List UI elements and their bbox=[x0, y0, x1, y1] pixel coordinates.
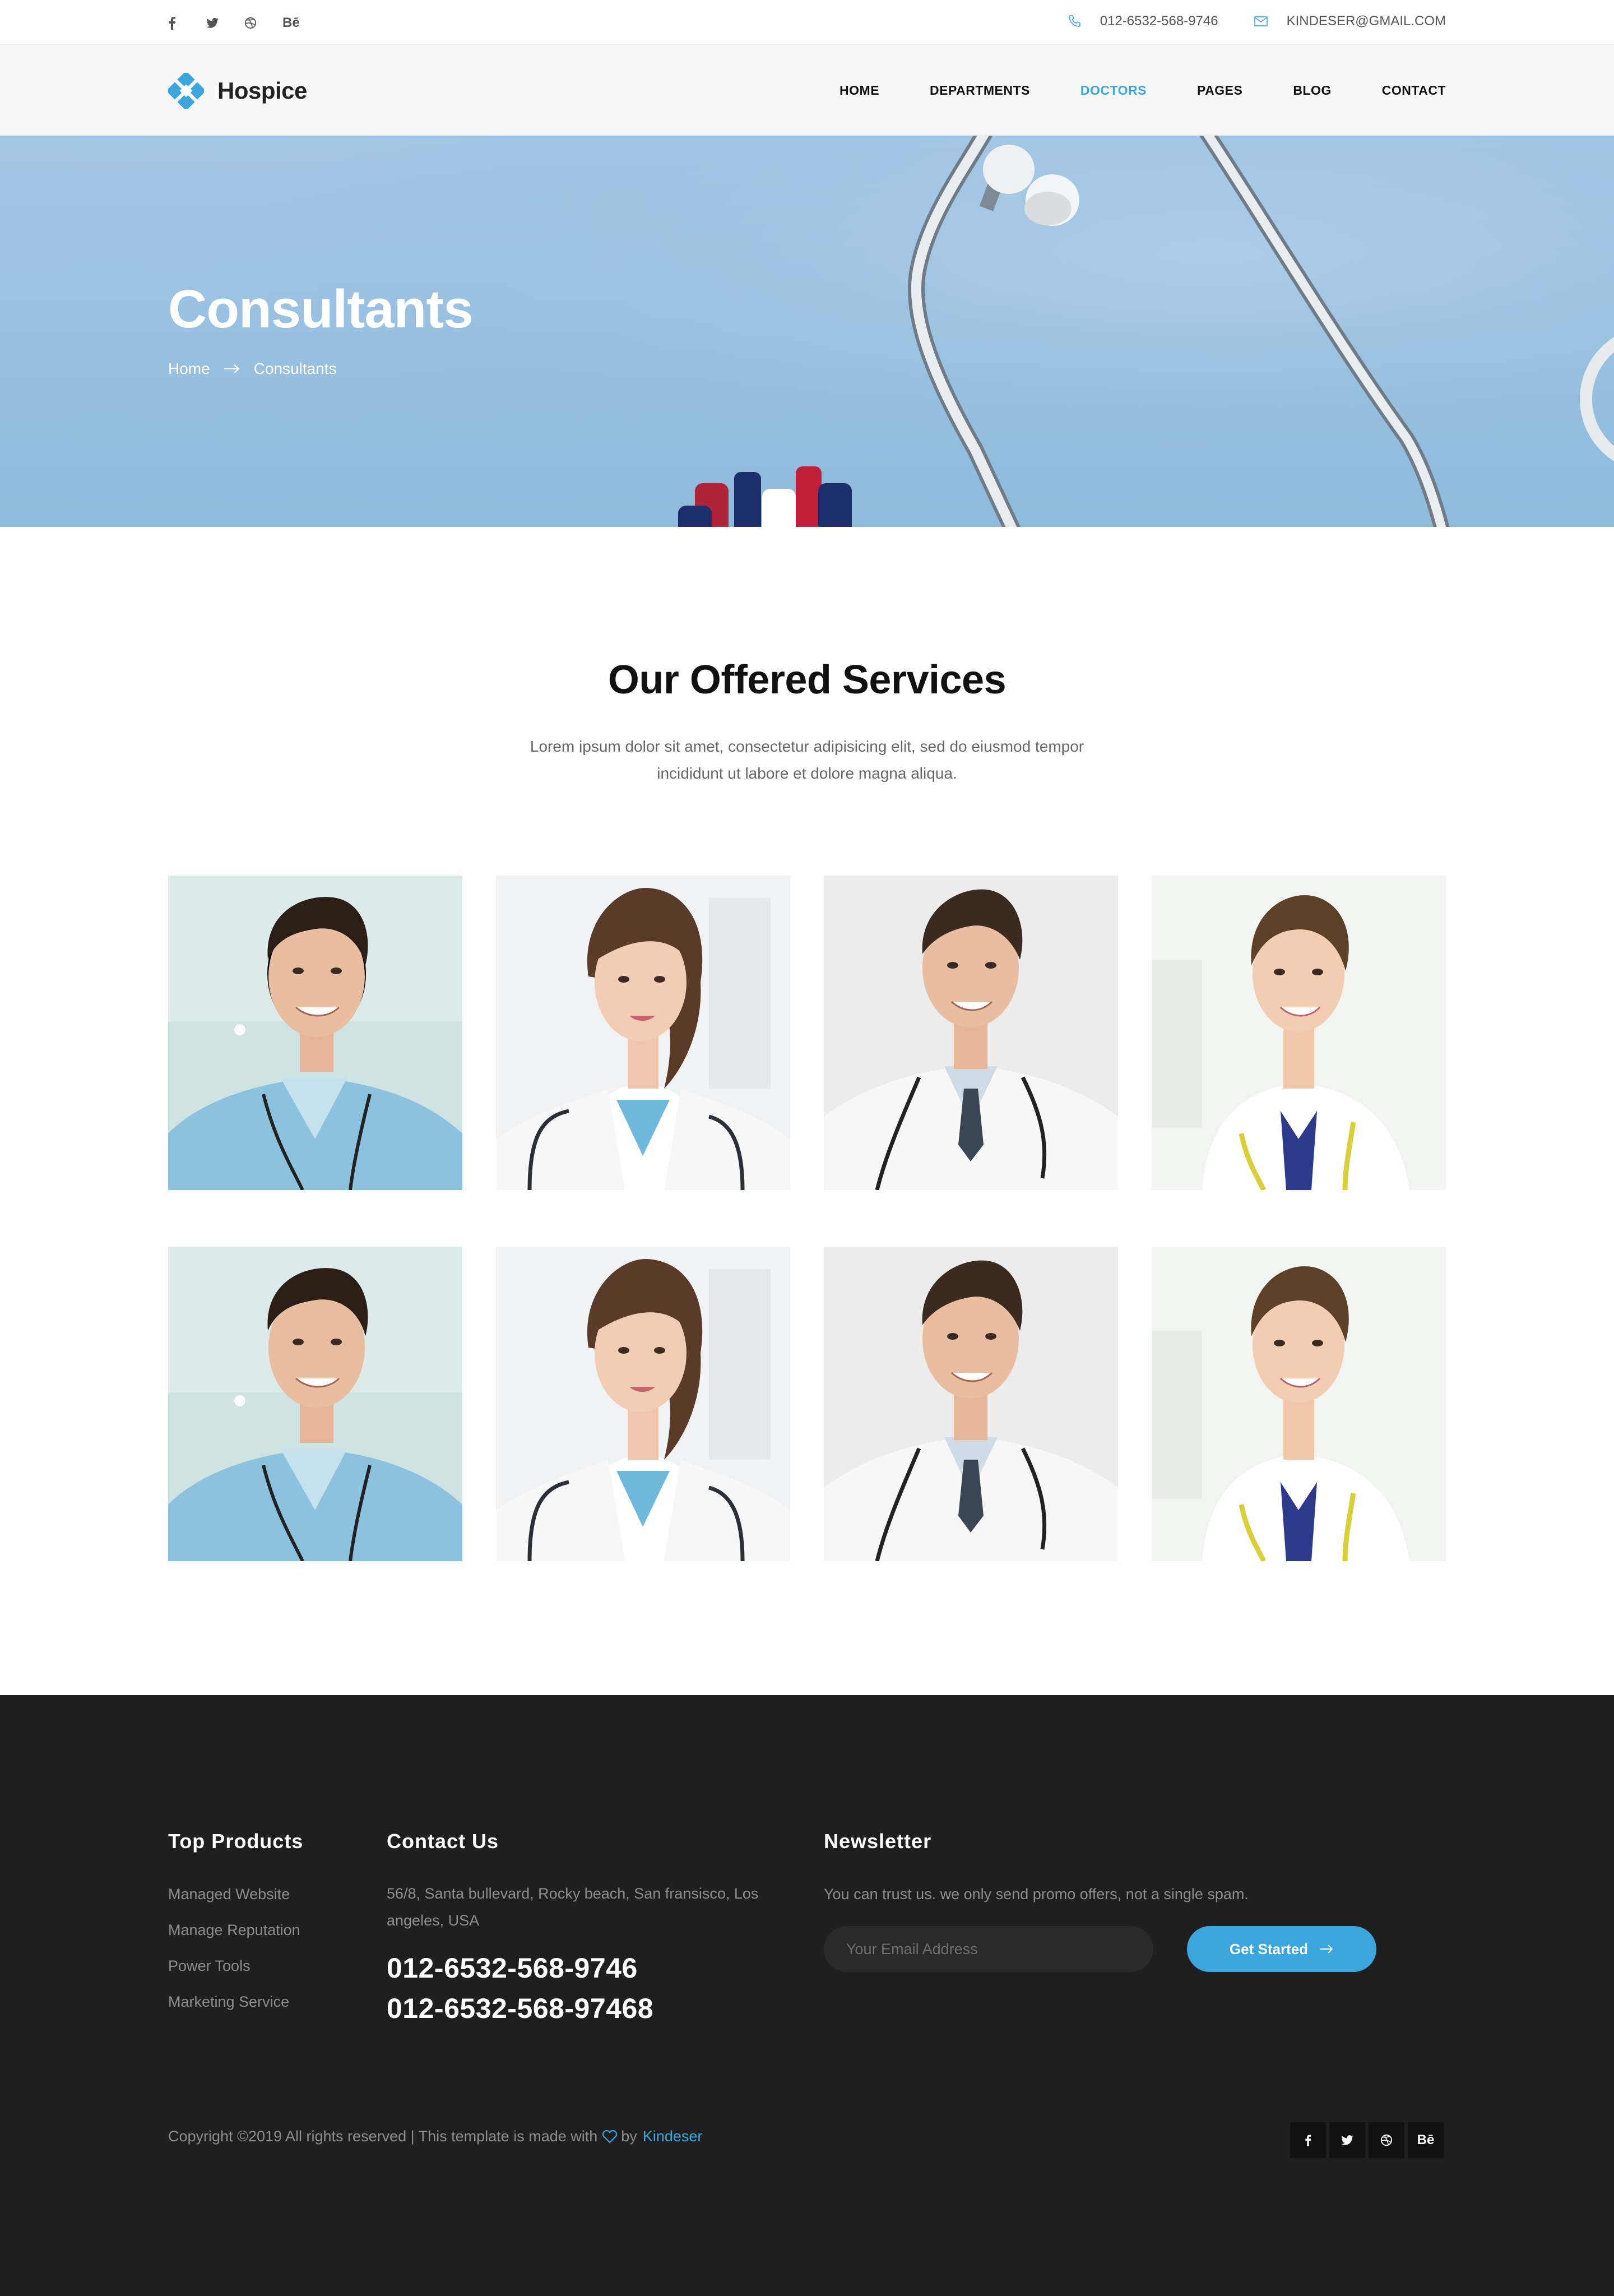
services-title: Our Offered Services bbox=[607, 658, 1007, 702]
consultant-photo bbox=[168, 1247, 462, 1561]
footer-link-power-tools[interactable]: Power Tools bbox=[168, 1957, 251, 1975]
nav-contact[interactable]: CONTACT bbox=[1382, 83, 1446, 98]
footer-link-manage-reputation[interactable]: Manage Reputation bbox=[168, 1922, 300, 1939]
nav-departments[interactable]: DEPARTMENTS bbox=[930, 83, 1030, 98]
top-contact-info: 012-6532-568-9746 KINDESER@GMAIL.COM bbox=[1068, 13, 1446, 29]
consultant-card[interactable] bbox=[168, 1247, 462, 1561]
top-bar: Bē 012-6532-568-9746 KINDESER@GMAIL.COM bbox=[0, 0, 1614, 45]
newsletter-text: You can trust us. we only send promo off… bbox=[824, 1886, 1249, 1902]
consultant-card[interactable] bbox=[496, 1247, 790, 1561]
copyright-by: by bbox=[621, 2128, 637, 2145]
consultant-card[interactable] bbox=[1152, 1247, 1446, 1561]
footer-link-managed-website[interactable]: Managed Website bbox=[168, 1886, 290, 1903]
breadcrumb-current: Consultants bbox=[253, 360, 337, 377]
behance-icon[interactable]: Bē bbox=[1408, 2122, 1444, 2158]
logo-text: Hospice bbox=[217, 77, 307, 104]
phone-icon bbox=[1068, 15, 1080, 27]
top-email-text: KINDESER@GMAIL.COM bbox=[1286, 13, 1446, 29]
consultant-photo bbox=[496, 876, 790, 1190]
arrow-right-icon bbox=[1320, 1945, 1333, 1954]
footer-contact-title: Contact Us bbox=[387, 1830, 499, 1853]
footer: Top Products Managed Website Manage Repu… bbox=[0, 1695, 1614, 2296]
author-link[interactable]: Kindeser bbox=[643, 2128, 703, 2145]
get-started-button[interactable]: Get Started bbox=[1187, 1926, 1376, 1972]
main-header: Hospice HOME DEPARTMENTS DOCTORS PAGES B… bbox=[0, 45, 1614, 136]
footer-social-links: Bē bbox=[1290, 2122, 1444, 2158]
copyright: Copyright ©2019 All rights reserved | Th… bbox=[168, 2128, 702, 2145]
top-social-links: Bē bbox=[168, 15, 321, 31]
nav-pages[interactable]: PAGES bbox=[1197, 83, 1242, 98]
nav-blog[interactable]: BLOG bbox=[1293, 83, 1331, 98]
top-phone[interactable]: 012-6532-568-9746 bbox=[1068, 13, 1218, 29]
hero-banner: Consultants Home Consultants bbox=[0, 136, 1614, 527]
dribbble-icon[interactable] bbox=[244, 15, 282, 31]
behance-glyph: Bē bbox=[1417, 2132, 1435, 2147]
nav-home[interactable]: HOME bbox=[840, 83, 879, 98]
arrow-right-icon bbox=[224, 364, 240, 374]
consultant-photo bbox=[1152, 876, 1446, 1190]
footer-address: 56/8, Santa bullevard, Rocky beach, San … bbox=[387, 1885, 759, 1929]
mail-icon bbox=[1254, 16, 1268, 26]
top-email[interactable]: KINDESER@GMAIL.COM bbox=[1254, 13, 1446, 29]
consultant-card[interactable] bbox=[1152, 876, 1446, 1190]
logo-icon bbox=[168, 73, 204, 109]
copyright-text: Copyright ©2019 All rights reserved | Th… bbox=[168, 2128, 598, 2145]
nav-doctors[interactable]: DOCTORS bbox=[1080, 83, 1147, 98]
twitter-icon[interactable] bbox=[206, 15, 244, 31]
consultant-photo bbox=[1152, 1247, 1446, 1561]
main-nav: HOME DEPARTMENTS DOCTORS PAGES BLOG CONT… bbox=[840, 83, 1446, 98]
behance-icon[interactable]: Bē bbox=[282, 15, 321, 31]
footer-newsletter-title: Newsletter bbox=[824, 1830, 932, 1853]
footer-products-title: Top Products bbox=[168, 1830, 304, 1853]
page-title: Consultants bbox=[168, 279, 474, 339]
facebook-icon[interactable] bbox=[168, 15, 206, 31]
consultant-card[interactable] bbox=[824, 1247, 1118, 1561]
heart-icon bbox=[602, 2130, 618, 2144]
breadcrumb: Home Consultants bbox=[168, 360, 337, 378]
newsletter-email-input[interactable] bbox=[824, 1926, 1153, 1972]
breadcrumb-home[interactable]: Home bbox=[168, 360, 210, 378]
footer-phone-1[interactable]: 012-6532-568-9746 bbox=[387, 1952, 638, 1984]
consultant-photo bbox=[824, 1247, 1118, 1561]
consultant-photo bbox=[824, 876, 1118, 1190]
get-started-label: Get Started bbox=[1229, 1940, 1309, 1957]
facebook-icon[interactable] bbox=[1290, 2122, 1326, 2158]
consultant-photo bbox=[168, 876, 462, 1190]
services-description: Lorem ipsum dolor sit amet, consectetur … bbox=[530, 738, 1084, 782]
consultant-card[interactable] bbox=[496, 876, 790, 1190]
consultant-card[interactable] bbox=[168, 876, 462, 1190]
consultant-card[interactable] bbox=[824, 876, 1118, 1190]
footer-phone-2[interactable]: 012-6532-568-97468 bbox=[387, 1992, 653, 2025]
top-phone-text: 012-6532-568-9746 bbox=[1100, 13, 1218, 29]
consultant-photo bbox=[496, 1247, 790, 1561]
twitter-icon[interactable] bbox=[1329, 2122, 1365, 2158]
dribbble-icon[interactable] bbox=[1369, 2122, 1404, 2158]
footer-link-marketing-service[interactable]: Marketing Service bbox=[168, 1993, 289, 2011]
logo[interactable]: Hospice bbox=[168, 73, 307, 109]
behance-glyph: Bē bbox=[282, 15, 300, 30]
